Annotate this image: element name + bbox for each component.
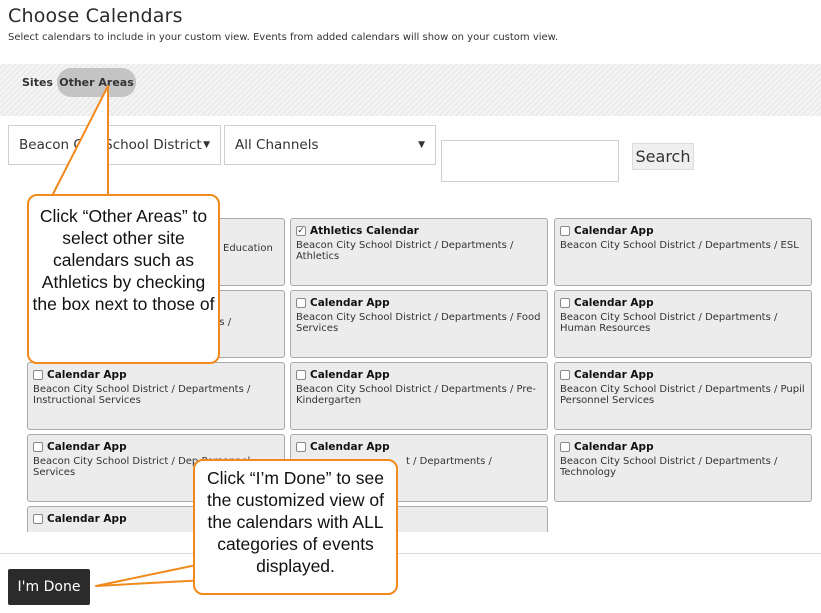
calendar-path: Beacon City School District / Department…: [560, 384, 805, 406]
calendar-title: Calendar App: [574, 441, 654, 453]
calendar-card[interactable]: Calendar App Beacon City School District…: [290, 290, 548, 358]
page-subtitle: Select calendars to include in your cust…: [8, 32, 559, 43]
checkbox[interactable]: [296, 370, 306, 380]
calendar-card[interactable]: Calendar App Beacon City School District…: [554, 290, 812, 358]
checkbox[interactable]: [560, 442, 570, 452]
calendar-title: Calendar App: [310, 297, 390, 309]
calendar-path: Beacon City School District / Department…: [560, 312, 778, 334]
page-title: Choose Calendars: [8, 5, 183, 27]
calendar-title: Athletics Calendar: [310, 225, 419, 237]
im-done-button[interactable]: I'm Done: [8, 569, 90, 605]
site-select[interactable]: Beacon City School District ▼: [8, 125, 221, 165]
calendar-title: Calendar App: [47, 513, 127, 525]
calendar-title: Calendar App: [574, 297, 654, 309]
calendar-title: Calendar App: [310, 441, 390, 453]
calendar-path: Beacon City School District / Department…: [296, 240, 514, 262]
checkbox[interactable]: [33, 442, 43, 452]
calendar-path: t / Departments /: [406, 456, 492, 467]
calendar-card[interactable]: Calendar App Beacon City School District…: [554, 218, 812, 286]
site-select-value: Beacon City School District: [19, 137, 202, 153]
calendar-card[interactable]: Calendar App Beacon City School District…: [27, 362, 285, 430]
callout-other-areas: Click “Other Areas” to select other site…: [27, 194, 220, 364]
calendar-path: Beacon City School District / Department…: [560, 456, 778, 478]
calendar-title: Calendar App: [47, 441, 127, 453]
checkbox[interactable]: [560, 226, 570, 236]
callout-pointer-im-done: [95, 562, 207, 587]
tab-sites[interactable]: Sites: [12, 68, 63, 97]
checkbox[interactable]: [33, 514, 43, 524]
calendar-title: Calendar App: [47, 369, 127, 381]
calendar-path: Education: [223, 243, 273, 254]
channel-select-value: All Channels: [235, 137, 319, 153]
calendar-path: Beacon City School District / Department…: [296, 384, 537, 406]
checkbox[interactable]: [560, 298, 570, 308]
calendar-title: Calendar App: [310, 369, 390, 381]
chevron-down-icon: ▼: [418, 140, 425, 150]
checkbox[interactable]: [296, 298, 306, 308]
calendar-card[interactable]: ✓ Athletics Calendar Beacon City School D…: [290, 218, 548, 286]
search-button[interactable]: Search: [632, 143, 694, 170]
checkbox[interactable]: [296, 442, 306, 452]
channel-select[interactable]: All Channels ▼: [224, 125, 436, 165]
checkbox[interactable]: [33, 370, 43, 380]
calendar-card[interactable]: Calendar App Beacon City School District…: [554, 362, 812, 430]
calendar-card[interactable]: Calendar App Beacon City School District…: [290, 362, 548, 430]
checkbox[interactable]: [560, 370, 570, 380]
calendar-path: Beacon City School District / Department…: [560, 240, 799, 251]
calendar-path: Beacon City School District / Department…: [33, 384, 251, 406]
chevron-down-icon: ▼: [203, 140, 210, 150]
calendar-card[interactable]: Calendar App Beacon City School District…: [554, 434, 812, 502]
calendar-path: Beacon City School District / Department…: [296, 312, 541, 334]
callout-im-done: Click “I’m Done” to see the customized v…: [193, 459, 398, 595]
checkbox-checked[interactable]: ✓: [296, 226, 306, 236]
search-input[interactable]: [441, 140, 619, 182]
calendar-title: Calendar App: [574, 369, 654, 381]
footer-divider: [0, 553, 821, 554]
tab-other-areas[interactable]: Other Areas: [57, 68, 136, 97]
calendar-title: Calendar App: [574, 225, 654, 237]
